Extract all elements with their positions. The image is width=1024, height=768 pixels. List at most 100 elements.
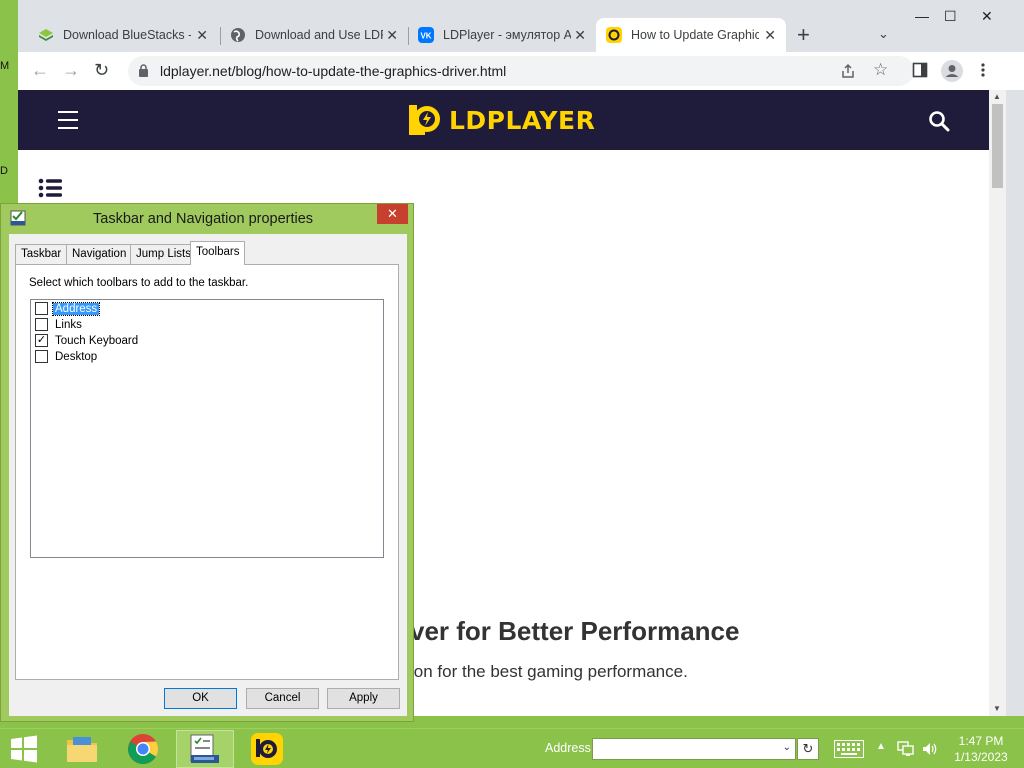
list-item[interactable]: Address: [35, 301, 101, 316]
ok-button[interactable]: OK: [164, 688, 237, 709]
tab-bluestacks[interactable]: Download BlueStacks - ✕: [28, 18, 218, 52]
desktop-icon-label: D: [0, 165, 8, 177]
list-item-label: Links: [55, 318, 82, 331]
list-item[interactable]: Links: [35, 317, 84, 332]
tab-title: LDPlayer - эмулятор Ar: [443, 28, 571, 42]
article-subtitle: ion for the best gaming performance.: [410, 662, 688, 681]
tab-title: Download and Use LDP: [255, 28, 383, 42]
show-hidden-icons-icon[interactable]: ▲: [876, 741, 886, 752]
tab-toolbars[interactable]: Toolbars: [190, 241, 246, 265]
scroll-up-icon[interactable]: ▲: [993, 92, 1001, 101]
scroll-down-icon[interactable]: ▼: [993, 704, 1001, 713]
tab-taskbar[interactable]: Taskbar: [15, 244, 68, 264]
tab-ldplayer-vk[interactable]: VK LDPlayer - эмулятор Ar ✕: [408, 18, 596, 52]
toolbars-list[interactable]: Address Links ✓ Touch Keyboard Desktop: [30, 299, 384, 558]
close-tab-icon[interactable]: ✕: [196, 27, 208, 44]
scrollbar-thumb[interactable]: [992, 104, 1003, 188]
dialog-title: Taskbar and Navigation properties: [93, 211, 314, 227]
clock-date: 1/13/2023: [954, 750, 1008, 764]
taskbar-properties-dialog: Taskbar and Navigation properties ✕ Task…: [0, 203, 414, 722]
side-panel-icon[interactable]: [912, 62, 928, 78]
list-item[interactable]: ✓ Touch Keyboard: [35, 333, 140, 348]
taskbar-properties-icon: [190, 734, 219, 763]
windows-logo-icon: [11, 735, 37, 763]
logo-text: LDPLAYER: [449, 105, 596, 135]
ldplayer-logo-icon: [409, 105, 440, 135]
taskbar-file-explorer[interactable]: [56, 730, 108, 768]
article-title: ver for Better Performance: [410, 616, 740, 646]
vk-glyph: VK: [420, 32, 431, 41]
system-clock[interactable]: 1:47 PM 1/13/2023: [950, 733, 1012, 765]
more-menu-icon[interactable]: [980, 62, 986, 78]
vk-icon: VK: [418, 27, 434, 43]
globe-icon: [230, 27, 246, 43]
address-refresh-button[interactable]: ↻: [797, 738, 819, 760]
back-icon[interactable]: ←: [31, 60, 49, 81]
tab-download-ldplayer[interactable]: Download and Use LDP ✕: [220, 18, 408, 52]
list-item-label: Address: [51, 301, 101, 316]
taskbar-chrome[interactable]: [116, 730, 170, 768]
checkbox[interactable]: [35, 350, 48, 363]
chevron-down-icon[interactable]: ⌄: [878, 26, 889, 42]
page-scrollbar[interactable]: ▲ ▼: [989, 90, 1006, 716]
folder-icon: [67, 737, 97, 762]
hamburger-menu-icon[interactable]: [58, 111, 78, 129]
refresh-icon: ↻: [802, 741, 814, 756]
site-header: LDPLAYER: [18, 90, 989, 150]
taskbar-properties[interactable]: [176, 730, 234, 768]
properties-icon: [10, 210, 26, 226]
close-icon[interactable]: ✕: [377, 204, 408, 224]
bluestacks-icon: [38, 27, 54, 43]
close-tab-icon[interactable]: ✕: [764, 27, 776, 44]
tab-title: How to Update Graphic: [631, 28, 759, 42]
ldplayer-icon: [251, 733, 283, 765]
checkbox-checked[interactable]: ✓: [35, 334, 48, 347]
tab-strip: Download BlueStacks - ✕ Download and Use…: [18, 0, 1024, 52]
tab-title: Download BlueStacks -: [63, 28, 191, 42]
reload-icon[interactable]: ↻: [94, 60, 109, 81]
maximize-icon[interactable]: ☐: [944, 8, 957, 25]
close-icon[interactable]: ✕: [981, 8, 993, 25]
desktop-icon-label: M: [0, 60, 10, 72]
url-text: ldplayer.net/blog/how-to-update-the-grap…: [160, 63, 507, 79]
chevron-down-icon[interactable]: ⌄: [783, 742, 791, 753]
taskbar-ldplayer[interactable]: [240, 730, 294, 768]
new-tab-icon[interactable]: +: [797, 22, 810, 48]
close-tab-icon[interactable]: ✕: [386, 27, 398, 44]
touch-keyboard-icon[interactable]: [834, 740, 864, 758]
chrome-icon: [128, 734, 159, 765]
tab-update-graphics[interactable]: How to Update Graphic ✕: [596, 18, 786, 52]
clock-time: 1:47 PM: [958, 734, 1004, 748]
search-icon[interactable]: [928, 110, 950, 132]
share-icon[interactable]: [840, 63, 856, 79]
start-button[interactable]: [0, 730, 48, 768]
lock-icon: [139, 64, 148, 77]
table-of-contents-icon[interactable]: [38, 178, 62, 198]
address-toolbar-input[interactable]: ⌄: [592, 738, 796, 760]
close-tab-icon[interactable]: ✕: [574, 27, 586, 44]
bookmark-star-icon[interactable]: ☆: [873, 60, 888, 80]
apply-button[interactable]: Apply: [327, 688, 400, 709]
tab-jump-lists[interactable]: Jump Lists: [130, 244, 197, 264]
minimize-icon[interactable]: —: [915, 8, 929, 24]
list-item-label: Touch Keyboard: [55, 334, 139, 347]
list-item-label: Desktop: [55, 350, 98, 363]
profile-avatar-icon[interactable]: [941, 60, 963, 82]
cancel-button[interactable]: Cancel: [246, 688, 319, 709]
browser-toolbar: ← → ↻ ldplayer.net/blog/how-to-update-th…: [18, 52, 1024, 90]
instruction-text: Select which toolbars to add to the task…: [29, 277, 249, 289]
dialog-body: Taskbar Navigation Jump Lists Toolbars S…: [9, 234, 407, 716]
list-item[interactable]: Desktop: [35, 349, 99, 364]
checkbox[interactable]: [35, 318, 48, 331]
toolbars-panel: Select which toolbars to add to the task…: [15, 264, 399, 680]
checkbox[interactable]: [35, 302, 48, 315]
site-logo[interactable]: LDPLAYER: [405, 101, 595, 139]
forward-icon[interactable]: →: [62, 60, 80, 81]
network-icon[interactable]: [897, 741, 915, 757]
address-toolbar-label: Address: [545, 741, 591, 755]
taskbar: Address ⌄ ↻ ▲ 1:47 PM 1/13/2023: [0, 728, 1024, 768]
volume-icon[interactable]: [922, 741, 938, 757]
address-bar[interactable]: ldplayer.net/blog/how-to-update-the-grap…: [128, 56, 914, 86]
ldplayer-icon: [606, 27, 622, 43]
tab-navigation[interactable]: Navigation: [66, 244, 133, 264]
